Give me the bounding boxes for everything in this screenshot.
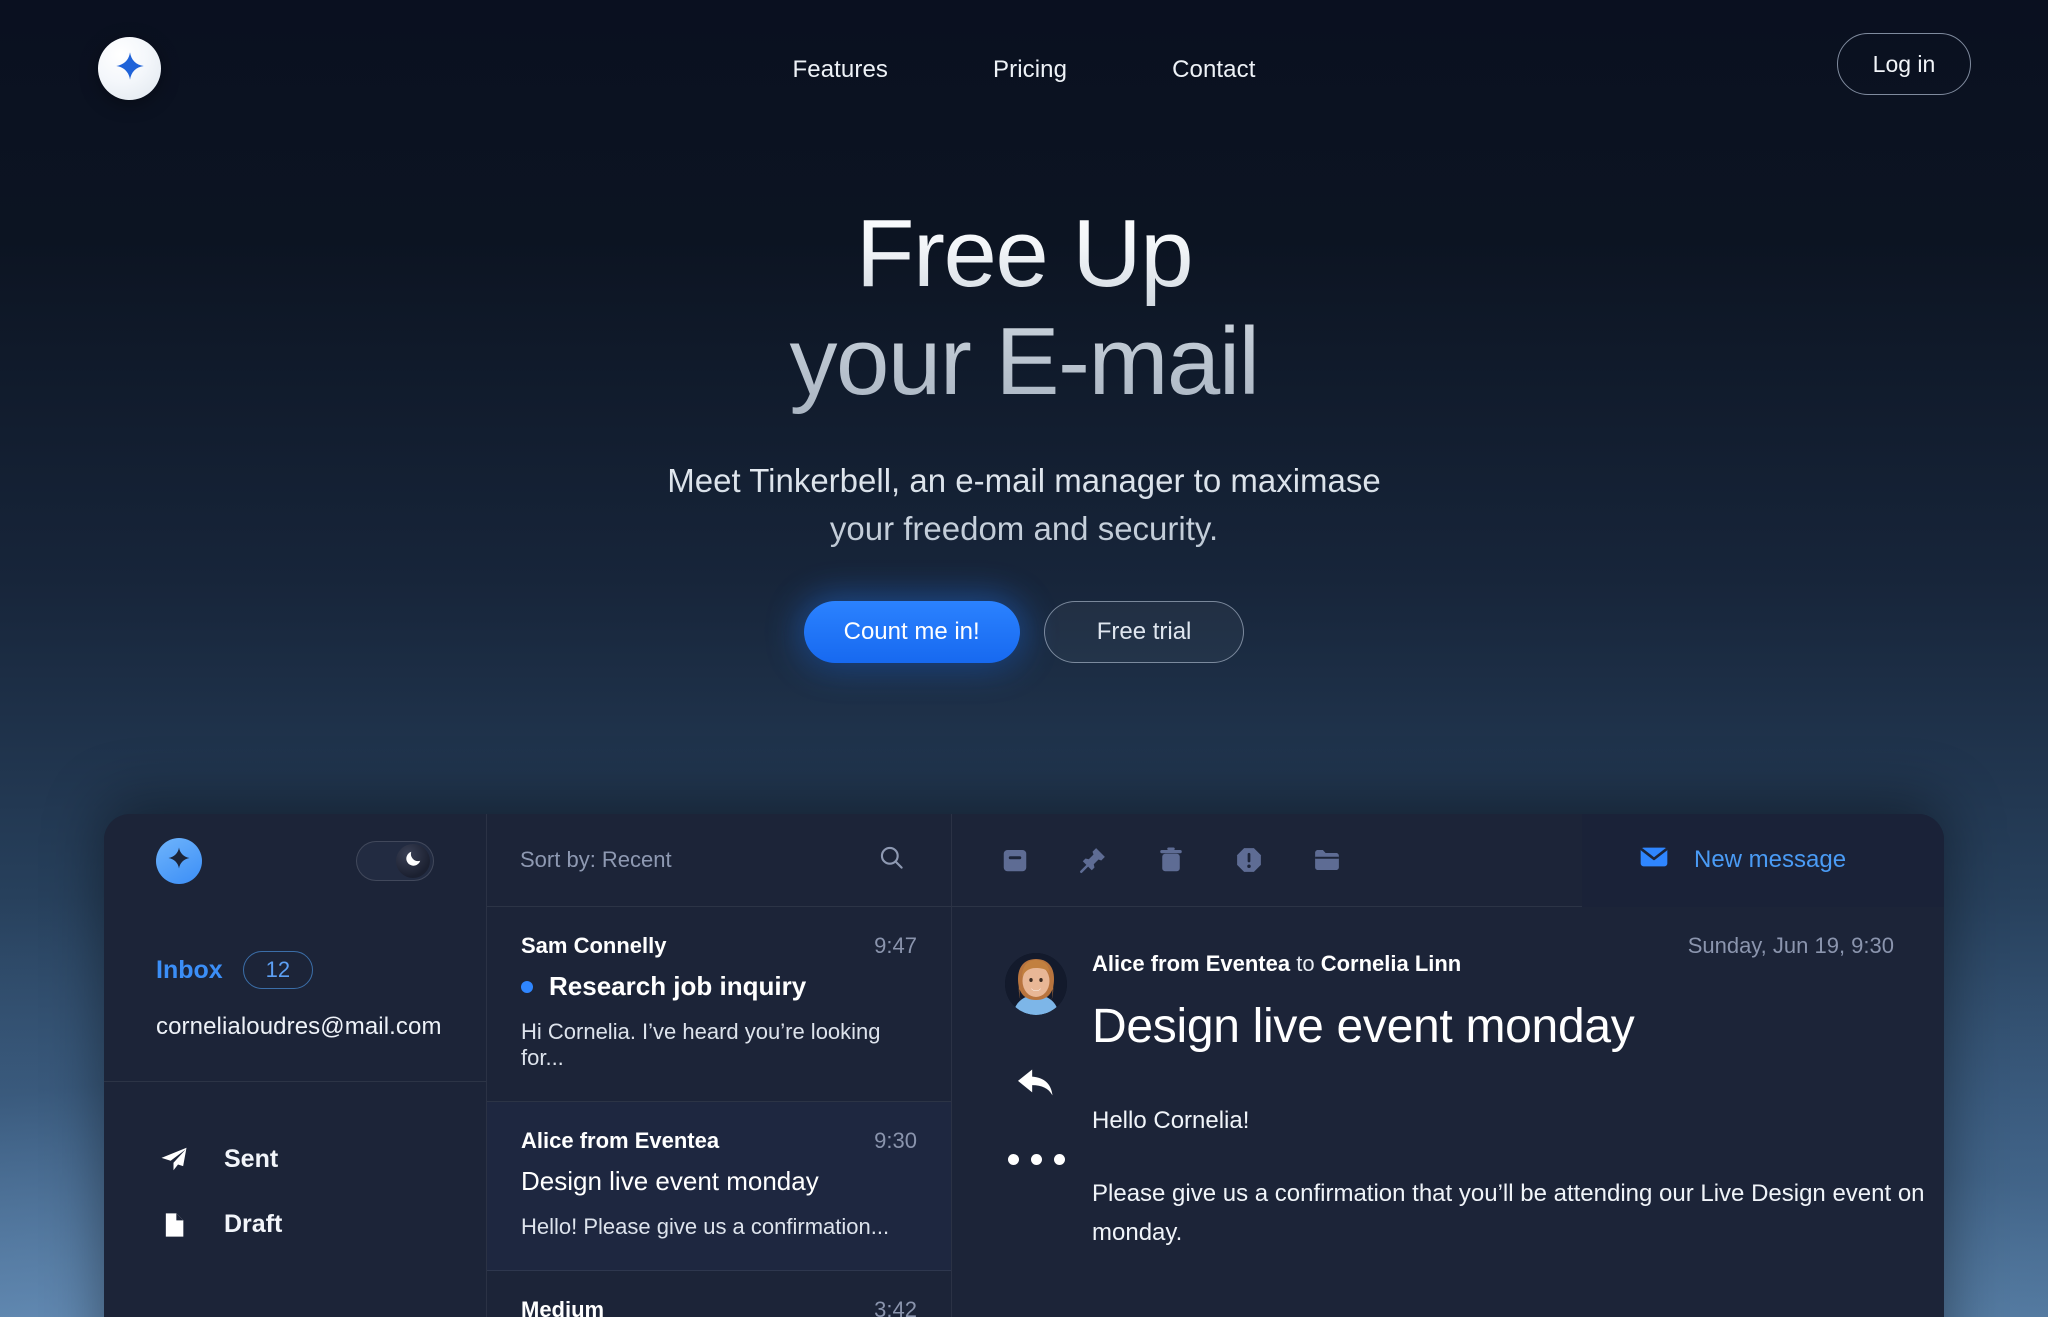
- app-sidebar: Inbox 12 cornelialoudres@mail.com Sent D…: [104, 814, 487, 1317]
- email-time: 9:47: [874, 933, 917, 958]
- cta-row: Count me in! Free trial: [0, 600, 2048, 663]
- sparkle-icon: [167, 846, 191, 875]
- sparkle-icon: [115, 51, 145, 86]
- paper-plane-icon: [156, 1144, 192, 1174]
- email-preview: Hi Cornelia. I’ve heard you’re looking f…: [521, 1019, 881, 1070]
- login-button[interactable]: Log in: [1837, 33, 1971, 95]
- reply-arrow-icon[interactable]: [1013, 1059, 1059, 1110]
- list-item[interactable]: Alice from Eventea 9:30 Design live even…: [487, 1102, 951, 1271]
- message-date: Sunday, Jun 19, 9:30: [1687, 933, 1894, 958]
- message-from: Alice from Eventea: [1092, 951, 1291, 976]
- sidebar-nav: Sent Draft: [104, 1082, 486, 1257]
- message-subject: Design live event monday: [1092, 1000, 1635, 1053]
- message-side-rail: [1000, 953, 1072, 1165]
- sidebar-item-label-draft: Draft: [224, 1210, 283, 1238]
- email-list-header: Sort by: Recent: [487, 814, 951, 907]
- message-paragraph-2: Please give us a confirmation that you’l…: [1092, 1179, 1925, 1246]
- app-mockup: Inbox 12 cornelialoudres@mail.com Sent D…: [104, 814, 1944, 1317]
- sidebar-item-label-inbox: Inbox: [156, 955, 223, 984]
- reading-pane: New message Sunday, Jun 19, 9:30 Alice f…: [952, 814, 1944, 1317]
- email-sender: Sam Connelly: [521, 933, 667, 958]
- email-sender: Alice from Eventea: [521, 1128, 720, 1153]
- page-background: Features Pricing Contact Log in Free Up …: [0, 0, 2048, 1317]
- sidebar-item-draft[interactable]: Draft: [104, 1192, 486, 1257]
- count-me-in-button[interactable]: Count me in!: [803, 600, 1020, 663]
- hero-subtitle-line-2: your freedom and security.: [829, 509, 1219, 547]
- free-trial-button[interactable]: Free trial: [1043, 600, 1245, 663]
- sort-by-label[interactable]: Sort by: Recent: [520, 847, 672, 873]
- hero-subtitle-line-1: Meet Tinkerbell, an e-mail manager to ma…: [667, 462, 1381, 500]
- email-subject: Research job inquiry: [549, 971, 807, 1001]
- message-paragraph-1: Hello Cornelia!: [1092, 1107, 1250, 1134]
- nav-link-pricing[interactable]: Pricing: [993, 56, 1067, 84]
- message-toolbar: New message: [952, 814, 1944, 907]
- spam-icon[interactable]: [1234, 845, 1264, 875]
- trash-icon[interactable]: [1156, 845, 1186, 875]
- list-item[interactable]: Medium 3:42: [487, 1271, 951, 1317]
- dark-mode-toggle[interactable]: [356, 840, 434, 881]
- email-subject: Design live event monday: [521, 1166, 819, 1196]
- hero-title-line-1: Free Up: [855, 200, 1193, 307]
- hero-title-line-2: your E-mail: [789, 307, 1259, 415]
- site-header: Features Pricing Contact Log in: [0, 0, 2048, 140]
- document-icon: [156, 1211, 192, 1239]
- search-icon[interactable]: [878, 844, 905, 876]
- pin-icon[interactable]: [1078, 845, 1108, 875]
- inbox-count-badge: 12: [242, 951, 314, 989]
- hero-subtitle: Meet Tinkerbell, an e-mail manager to ma…: [0, 457, 2048, 553]
- nav-link-contact[interactable]: Contact: [1172, 56, 1255, 84]
- sidebar-item-sent[interactable]: Sent: [104, 1126, 486, 1192]
- email-list-column: Sort by: Recent Sam Connelly 9:47 Resear…: [487, 814, 952, 1317]
- avatar: [1005, 953, 1067, 1015]
- sidebar-item-label-sent: Sent: [224, 1144, 279, 1173]
- page-title: Free Up your E-mail: [0, 200, 2048, 415]
- new-message-label: New message: [1694, 846, 1847, 873]
- brand-logo[interactable]: [98, 37, 161, 100]
- message-to: Cornelia Linn: [1320, 951, 1462, 976]
- message-to-connector: to: [1296, 951, 1315, 976]
- toggle-knob: [396, 843, 430, 878]
- nav-link-features[interactable]: Features: [793, 56, 889, 84]
- email-preview: Hello! Please give us a confirmation...: [521, 1214, 890, 1239]
- email-sender: Medium: [521, 1297, 605, 1317]
- main-nav: Features Pricing Contact: [793, 56, 1256, 84]
- list-item[interactable]: Sam Connelly 9:47 Research job inquiry H…: [487, 907, 951, 1102]
- sidebar-header: [104, 814, 486, 907]
- archive-icon[interactable]: [1000, 845, 1030, 875]
- new-message-button[interactable]: New message: [1582, 814, 1944, 907]
- account-email: cornelialoudres@mail.com: [156, 1013, 442, 1040]
- sidebar-item-inbox[interactable]: Inbox 12: [104, 907, 486, 989]
- folder-icon[interactable]: [1312, 845, 1342, 875]
- app-logo[interactable]: [156, 837, 202, 884]
- message-body: Sunday, Jun 19, 9:30 Alice from Eventea …: [952, 907, 1944, 1253]
- email-time: 9:30: [874, 1128, 917, 1153]
- email-time: 3:42: [874, 1297, 917, 1317]
- message-text: Hello Cornelia! Please give us a confirm…: [952, 1102, 1944, 1253]
- envelope-icon: [1638, 841, 1670, 880]
- unread-indicator: [521, 980, 533, 993]
- more-dots-icon[interactable]: [1007, 1154, 1065, 1165]
- moon-icon: [404, 849, 423, 873]
